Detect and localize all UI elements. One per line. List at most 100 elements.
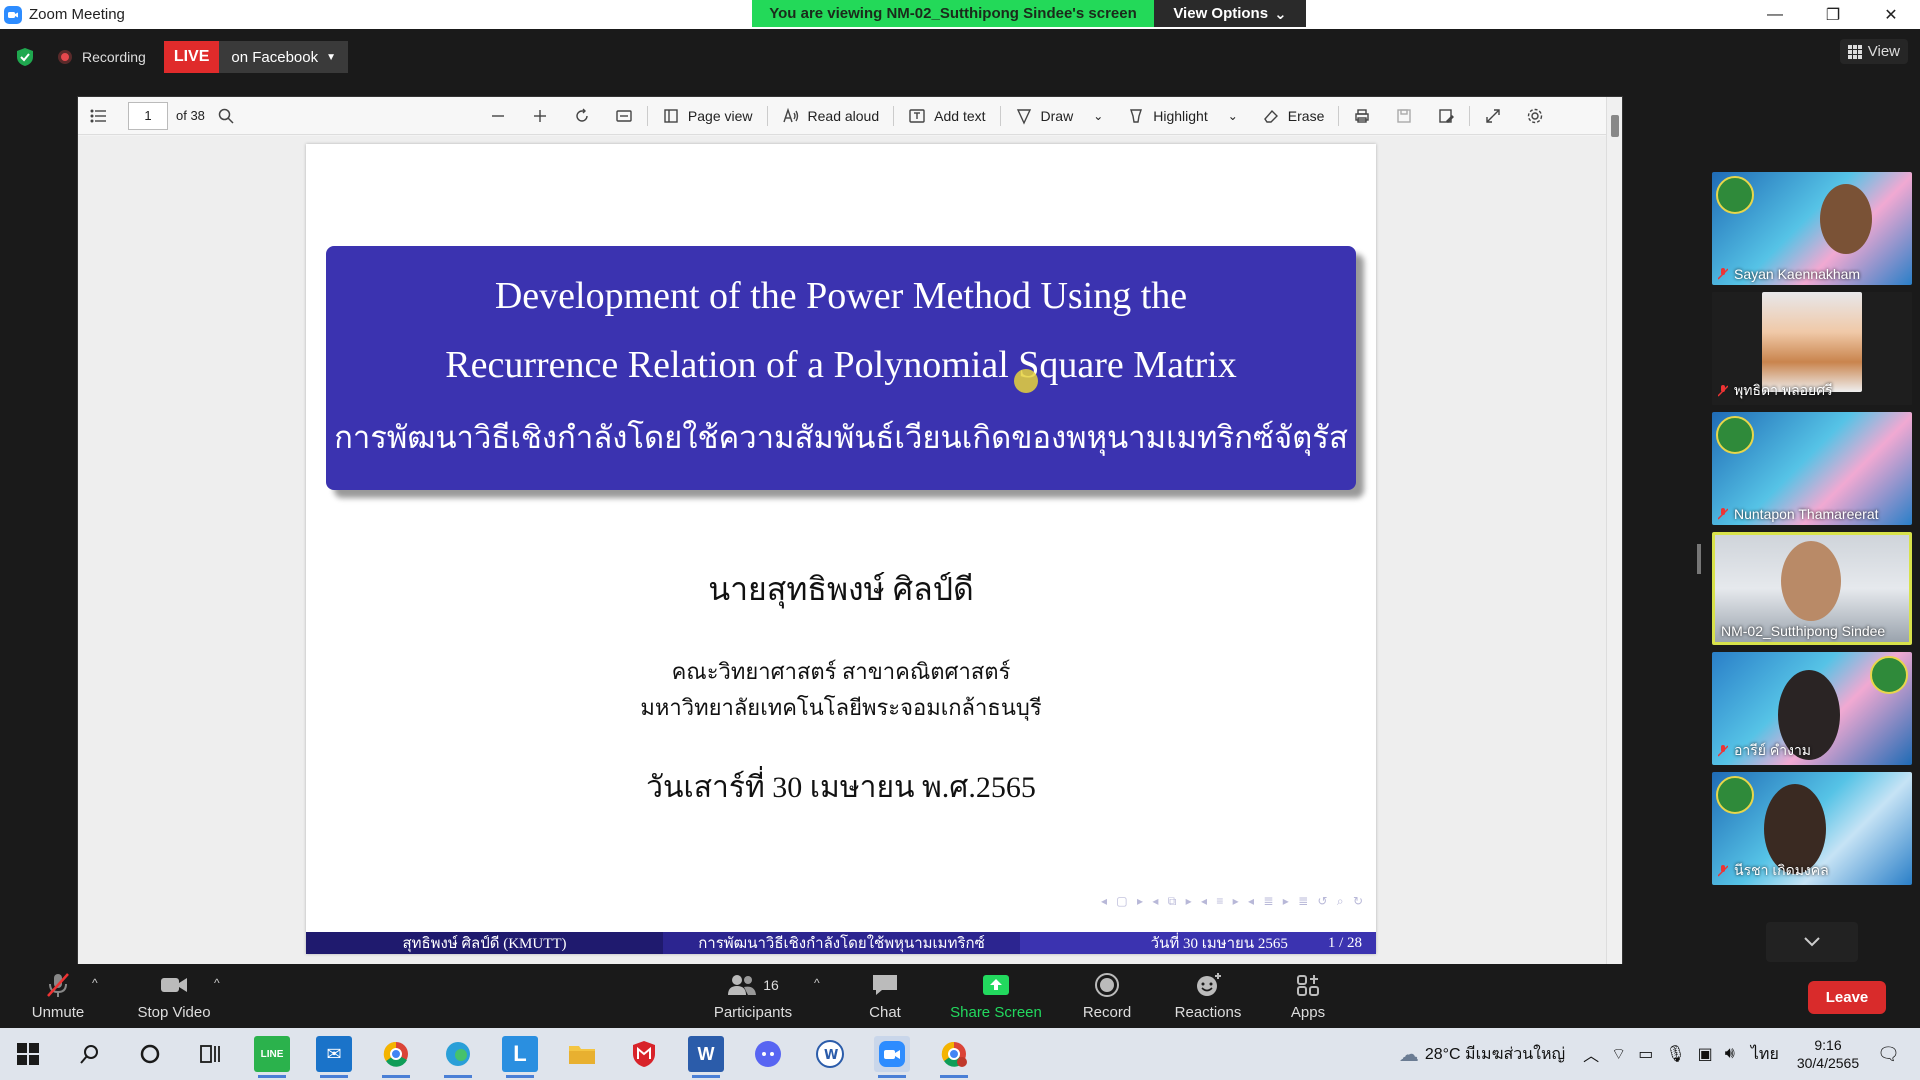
restore-button[interactable]: ❐ [1804, 0, 1862, 29]
view-options-button[interactable]: View Options ⌄ [1154, 0, 1306, 27]
minimize-button[interactable]: — [1746, 0, 1804, 29]
zoom-in-button[interactable] [519, 97, 561, 135]
fit-page-button[interactable] [603, 97, 645, 135]
toolbar-divider [1338, 105, 1340, 126]
wifi-icon[interactable]: ⌔ [1611, 1044, 1626, 1064]
pdf-document-area[interactable]: Development of the Power Method Using th… [78, 136, 1608, 964]
badge-logo-icon [1716, 176, 1754, 214]
windows-start-button[interactable] [10, 1036, 46, 1072]
toolbar-divider [766, 105, 768, 126]
view-button[interactable]: View [1839, 39, 1908, 64]
chrome-profile-app-icon[interactable] [936, 1036, 972, 1078]
pointer-cursor-icon [1014, 369, 1038, 393]
record-button[interactable]: Record [1082, 964, 1132, 1028]
rotate-button[interactable] [561, 97, 603, 135]
footer-author: สุทธิพงษ์ ศิลป์ดี (KMUTT) [306, 932, 663, 954]
close-button[interactable]: ✕ [1862, 0, 1920, 29]
toolbar-divider [1469, 105, 1471, 126]
participant-tile[interactable]: Sayan Kaennakham [1712, 172, 1912, 285]
highlight-button[interactable]: Highlight ⌄ [1115, 97, 1250, 135]
live-stream-indicator[interactable]: LIVE on Facebook ▼ [163, 41, 349, 73]
zoom-app-icon[interactable] [874, 1036, 910, 1078]
page-number-input[interactable]: 1 [128, 101, 168, 130]
save-as-icon [1439, 108, 1455, 123]
participants-button[interactable]: 16 Participants [712, 964, 794, 1028]
edge-app-icon[interactable] [440, 1036, 476, 1078]
fullscreen-button[interactable] [1472, 97, 1514, 135]
chevron-down-icon[interactable]: ⌄ [1228, 109, 1238, 123]
mail-app-icon[interactable]: ✉ [316, 1036, 352, 1078]
page-view-button[interactable]: Page view [650, 97, 765, 135]
shared-screen[interactable]: 1 of 38 Page view Read aloud Add text Dr… [77, 96, 1623, 965]
shield-icon[interactable] [14, 46, 36, 68]
notification-tray-icon[interactable]: ▣ [1698, 1044, 1713, 1064]
settings-button[interactable] [1514, 97, 1556, 135]
discord-app-icon[interactable] [750, 1036, 786, 1072]
live-target-label: on Facebook [231, 48, 319, 66]
action-center-icon[interactable]: 🗨︎ [1877, 1044, 1900, 1065]
video-options-caret[interactable]: ^ [214, 976, 220, 990]
pdf-scrollbar[interactable] [1606, 97, 1622, 965]
slide-title-line2: Recurrence Relation of a Polynomial Squa… [445, 344, 1237, 386]
erase-button[interactable]: Erase [1250, 97, 1337, 135]
weather-text[interactable]: 28°C มีเมฆส่วนใหญ่ [1425, 1042, 1565, 1067]
participant-tile[interactable]: นีรชา เกิดมงคล [1712, 772, 1912, 885]
mcafee-icon[interactable] [626, 1036, 662, 1072]
meeting-status-bar: Recording LIVE on Facebook ▼ [14, 41, 349, 73]
badge-logo-icon [1716, 416, 1754, 454]
toolbar-divider [646, 105, 648, 126]
plus-icon [533, 109, 546, 122]
muted-mic-icon [1718, 745, 1728, 757]
line-app-icon[interactable]: LINE [254, 1036, 290, 1078]
save-button[interactable] [1383, 97, 1425, 135]
word-app-icon[interactable]: W [688, 1036, 724, 1078]
share-screen-button[interactable]: Share Screen [950, 964, 1042, 1028]
chevron-down-icon: ⌄ [1274, 5, 1287, 23]
chrome-app-icon[interactable] [378, 1036, 414, 1078]
participant-tile[interactable]: Nuntapon Thamareerat [1712, 412, 1912, 525]
task-view-button[interactable] [192, 1036, 228, 1072]
apps-button[interactable]: Apps [1288, 964, 1328, 1028]
taskbar-search-button[interactable] [72, 1036, 108, 1072]
mic-icon[interactable]: 🎙︎ [1665, 1044, 1685, 1064]
zoom-out-button[interactable] [477, 97, 519, 135]
battery-icon[interactable]: ▭ [1638, 1044, 1653, 1064]
participant-name: อารีย์ คำงาม [1718, 740, 1811, 762]
print-button[interactable] [1341, 97, 1383, 135]
draw-button[interactable]: Draw ⌄ [1003, 97, 1116, 135]
speaker-icon[interactable]: 🔊︎ [1725, 1045, 1735, 1063]
scrollbar-thumb[interactable] [1611, 115, 1619, 137]
chat-bubble-icon [873, 974, 897, 995]
gallery-resize-handle[interactable] [1697, 544, 1701, 574]
live-target-dropdown[interactable]: on Facebook ▼ [219, 41, 349, 73]
stop-video-button[interactable]: Stop Video [134, 964, 214, 1028]
chevron-down-icon[interactable]: ⌄ [1093, 109, 1103, 123]
chat-button[interactable]: Chat [868, 964, 902, 1028]
participant-name: นีรชา เกิดมงคล [1718, 860, 1829, 882]
file-explorer-icon[interactable] [564, 1036, 600, 1072]
pdf-page[interactable]: Development of the Power Method Using th… [306, 144, 1376, 954]
recording-label[interactable]: Recording [82, 49, 146, 65]
word-viewer-icon[interactable]: W [812, 1036, 848, 1072]
l-app-icon[interactable]: L [502, 1036, 538, 1078]
participant-tile[interactable]: อารีย์ คำงาม [1712, 652, 1912, 765]
reactions-button[interactable]: Reactions [1172, 964, 1244, 1028]
save-as-button[interactable] [1425, 97, 1467, 135]
unmute-button[interactable]: Unmute [28, 964, 88, 1028]
participant-tile[interactable]: พุทธิดา พลอยศรี [1712, 292, 1912, 405]
chevron-up-icon[interactable]: ︿ [1583, 1042, 1599, 1066]
contents-button[interactable] [78, 97, 120, 135]
taskbar-clock[interactable]: 9:16 30/4/2565 [1797, 1036, 1859, 1072]
find-button[interactable] [205, 97, 247, 135]
gallery-next-page-button[interactable] [1766, 922, 1858, 962]
audio-options-caret[interactable]: ^ [92, 976, 98, 990]
participants-options-caret[interactable]: ^ [814, 976, 820, 990]
input-language[interactable]: ไทย [1751, 1042, 1779, 1067]
cortana-button[interactable] [132, 1036, 168, 1072]
add-text-button[interactable]: Add text [896, 97, 997, 135]
read-aloud-button[interactable]: Read aloud [770, 97, 892, 135]
meeting-controls: Unmute ^ Stop Video ^ 16 Participants ^ … [0, 964, 1920, 1028]
window-title: Zoom Meeting [29, 6, 125, 23]
participant-tile-active-speaker[interactable]: NM-02_Sutthipong Sindee [1712, 532, 1912, 645]
leave-button[interactable]: Leave [1808, 981, 1886, 1014]
